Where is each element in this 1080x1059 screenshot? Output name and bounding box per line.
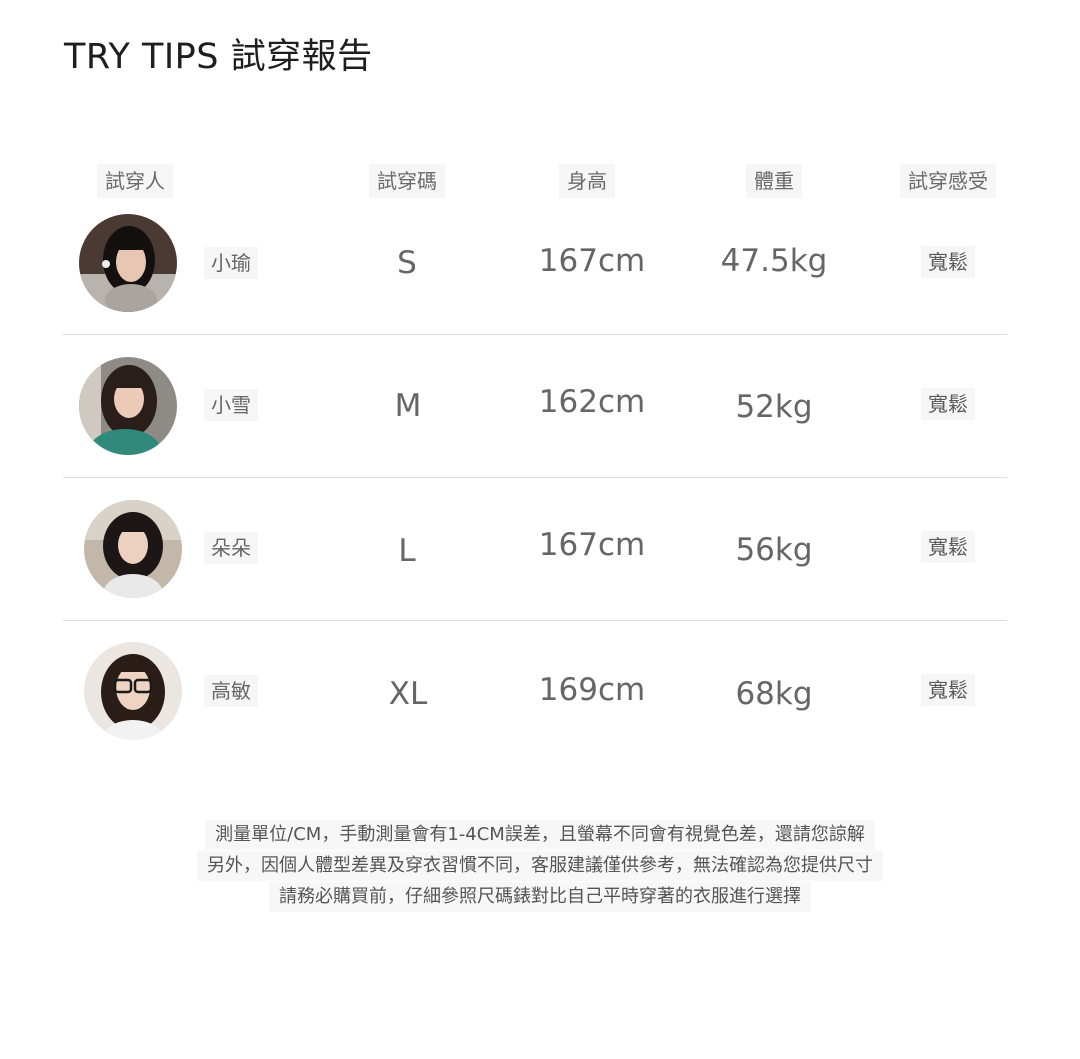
size-value: M (394, 388, 422, 424)
avatar (84, 500, 182, 598)
avatar (84, 642, 182, 740)
avatar (79, 214, 177, 312)
disclaimer-note: 測量單位/CM，手動測量會有1-4CM誤差，且螢幕不同會有視覺色差，還請您諒解 … (0, 820, 1080, 913)
weight-value: 52kg (735, 389, 813, 425)
avatar (79, 357, 177, 455)
height-value: 167cm (538, 243, 646, 279)
tester-name: 小雪 (204, 389, 258, 421)
feel-value: 寬鬆 (921, 531, 975, 563)
feel-value: 寬鬆 (921, 388, 975, 420)
table-row: 小瑜 S 167cm 47.5kg 寬鬆 (0, 192, 1080, 335)
height-value: 162cm (538, 384, 646, 420)
note-line: 請務必購買前，仔細參照尺碼錶對比自己平時穿著的衣服進行選擇 (269, 882, 811, 912)
feel-value: 寬鬆 (921, 674, 975, 706)
size-value: XL (388, 676, 428, 712)
table-row: 小雪 M 162cm 52kg 寬鬆 (0, 335, 1080, 478)
tester-name: 朵朵 (204, 532, 258, 564)
note-line: 另外，因個人體型差異及穿衣習慣不同，客服建議僅供參考，無法確認為您提供尺寸 (197, 851, 883, 881)
feel-value: 寬鬆 (921, 246, 975, 278)
size-value: L (398, 533, 416, 569)
table-row: 朵朵 L 167cm 56kg 寬鬆 (0, 478, 1080, 621)
size-value: S (397, 245, 417, 281)
note-line: 測量單位/CM，手動測量會有1-4CM誤差，且螢幕不同會有視覺色差，還請您諒解 (205, 820, 875, 850)
weight-value: 68kg (735, 676, 813, 712)
weight-value: 56kg (735, 532, 813, 568)
weight-value: 47.5kg (720, 243, 828, 279)
height-value: 169cm (538, 672, 646, 708)
table-row: 高敏 XL 169cm 68kg 寬鬆 (0, 621, 1080, 764)
tester-name: 高敏 (204, 675, 258, 707)
page-title: TRY TIPS 試穿報告 (64, 37, 373, 77)
height-value: 167cm (538, 527, 646, 563)
tester-name: 小瑜 (204, 247, 258, 279)
